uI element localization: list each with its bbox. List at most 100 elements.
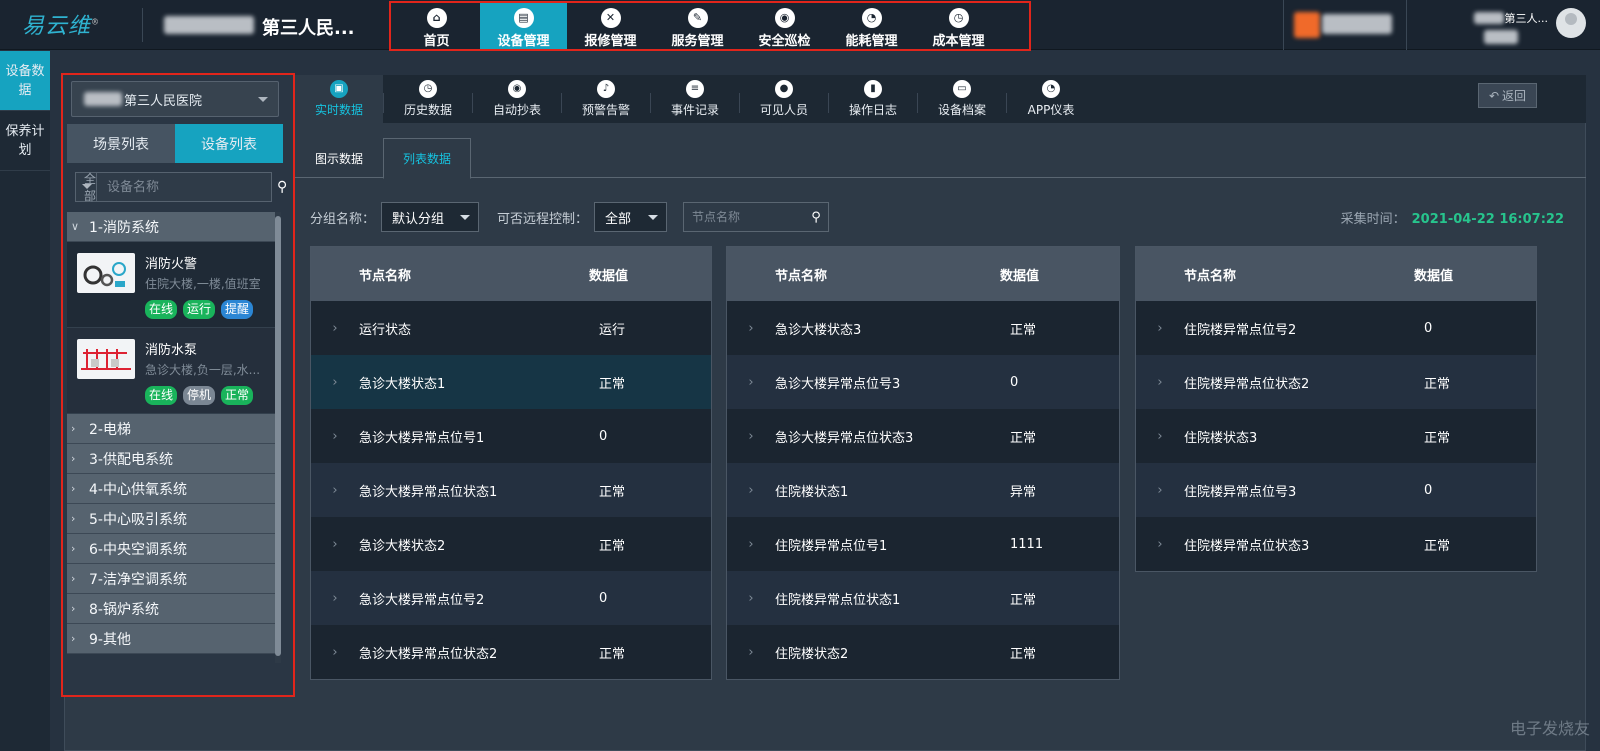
tab-list-data[interactable]: 列表数据 xyxy=(383,138,471,179)
app-logo[interactable]: 易云维® xyxy=(22,8,100,40)
device-location: 住院大楼,一楼,值班室 xyxy=(145,277,261,291)
scrollbar-thumb[interactable] xyxy=(275,216,281,656)
tab-history-data[interactable]: ◷ 历史数据 xyxy=(384,75,472,123)
category-item[interactable]: ∨ 1-消防系统 xyxy=(67,212,275,242)
table-row[interactable]: › 住院楼异常点位号1 1111 xyxy=(727,517,1119,571)
nav-item-repair[interactable]: ✕ 报修管理 xyxy=(567,3,654,49)
remote-control-select[interactable]: 全部 xyxy=(594,202,668,232)
chevron-right-icon: › xyxy=(1157,482,1163,498)
nav-item-energy[interactable]: ◔ 能耗管理 xyxy=(828,3,915,49)
table-row[interactable]: › 急诊大楼异常点位号3 0 xyxy=(727,355,1119,409)
chevron-right-icon: › xyxy=(748,590,754,606)
user-name[interactable]: 第三人... xyxy=(1505,10,1549,26)
category-item[interactable]: › 8-锅炉系统 xyxy=(67,594,275,624)
document-icon: ≡ xyxy=(686,80,704,98)
redacted-text xyxy=(1474,12,1504,24)
device-card[interactable]: 消防火警 住院大楼,一楼,值班室 在线 运行 提醒 xyxy=(67,242,275,328)
category-item[interactable]: › 7-洁净空调系统 xyxy=(67,564,275,594)
redacted-text xyxy=(1484,30,1518,44)
node-name-input[interactable] xyxy=(684,203,805,231)
chevron-right-icon: › xyxy=(71,572,76,585)
divider xyxy=(1406,0,1407,50)
table-row[interactable]: › 急诊大楼状态1 正常 xyxy=(311,355,711,409)
search-icon[interactable]: ⚲ xyxy=(277,179,287,195)
chevron-right-icon: › xyxy=(71,602,76,615)
search-icon[interactable]: ⚲ xyxy=(804,210,828,225)
redacted-icon xyxy=(1294,12,1320,38)
tools-icon: ✕ xyxy=(600,8,621,28)
image-icon: ▣ xyxy=(330,80,348,98)
rail-item-maintenance-plan[interactable]: 保养计划 xyxy=(0,111,50,171)
tab-device-list[interactable]: 设备列表 xyxy=(175,124,283,163)
device-icon: ▤ xyxy=(513,8,534,28)
device-sidebar: 第三人民医院 场景列表 设备列表 全部 ⚲ ∨1-消防系统 消防火警 住院大楼,… xyxy=(61,73,295,697)
chevron-right-icon: › xyxy=(332,644,338,660)
table-row[interactable]: › 急诊大楼异常点位号1 0 xyxy=(311,409,711,463)
chevron-right-icon: › xyxy=(1157,536,1163,552)
nav-item-service[interactable]: ✎ 服务管理 xyxy=(654,3,741,49)
tab-graphic-data[interactable]: 图示数据 xyxy=(295,138,383,178)
table-row[interactable]: › 住院楼状态3 正常 xyxy=(1136,409,1536,463)
table-row[interactable]: › 住院楼异常点位号2 0 xyxy=(1136,301,1536,355)
device-name-input[interactable] xyxy=(97,173,278,201)
table-row[interactable]: › 住院楼异常点位号3 0 xyxy=(1136,463,1536,517)
table-row[interactable]: › 急诊大楼状态2 正常 xyxy=(311,517,711,571)
tab-realtime-data[interactable]: ▣ 实时数据 xyxy=(295,75,383,123)
file-icon: ▮ xyxy=(864,80,882,98)
chevron-right-icon: › xyxy=(71,512,76,525)
category-list: ∨ 1-消防系统 消防火警 住院大楼,一楼,值班室 在线 运行 提醒 消防水泵 急… xyxy=(67,212,275,654)
remote-label: 可否远程控制： xyxy=(497,211,589,227)
back-button[interactable]: ↶ 返回 xyxy=(1478,83,1537,108)
category-item[interactable]: › 4-中心供氧系统 xyxy=(67,474,275,504)
tab-alarms[interactable]: ♪ 预警告警 xyxy=(562,75,650,123)
device-thumbnail xyxy=(77,339,135,379)
status-badge: 在线 xyxy=(145,300,178,319)
table-row[interactable]: › 运行状态 运行 xyxy=(311,301,711,355)
table-row[interactable]: › 急诊大楼异常点位状态1 正常 xyxy=(311,463,711,517)
tab-visible-users[interactable]: ● 可见人员 xyxy=(740,75,828,123)
data-table: 节点名称 数据值 › 运行状态 运行 › 急诊大楼状态1 正常 › 急诊大楼异常点位号1 0 … xyxy=(310,246,712,680)
tab-device-archive[interactable]: ▭ 设备档案 xyxy=(918,75,1006,123)
table-row[interactable]: › 住院楼异常点位状态3 正常 xyxy=(1136,517,1536,571)
chevron-right-icon: › xyxy=(71,632,76,645)
chevron-right-icon: › xyxy=(332,536,338,552)
chevron-right-icon: › xyxy=(332,374,338,390)
category-item[interactable]: › 6-中央空调系统 xyxy=(67,534,275,564)
category-item[interactable]: › 2-电梯 xyxy=(67,414,275,444)
avatar[interactable] xyxy=(1556,8,1586,38)
tab-app-dashboard[interactable]: ◔ APP仪表 xyxy=(1007,75,1095,123)
table-row[interactable]: › 急诊大楼异常点位号2 0 xyxy=(311,571,711,625)
table-row[interactable]: › 急诊大楼异常点位状态2 正常 xyxy=(311,625,711,679)
category-item[interactable]: › 5-中心吸引系统 xyxy=(67,504,275,534)
main-nav: ⌂ 首页 ▤ 设备管理 ✕ 报修管理 ✎ 服务管理 ◉ 安全巡检 ◔ 能耗管理 ◷ 成本管理 xyxy=(389,1,1031,51)
table-row[interactable]: › 住院楼异常点位状态1 正常 xyxy=(727,571,1119,625)
status-badge: 提醒 xyxy=(221,300,254,319)
nav-item-inspection[interactable]: ◉ 安全巡检 xyxy=(741,3,828,49)
group-select[interactable]: 默认分组 xyxy=(381,202,480,232)
device-card[interactable]: 消防水泵 急诊大楼,负一层,水... 在线 停机 正常 xyxy=(67,328,275,414)
table-row[interactable]: › 住院楼异常点位状态2 正常 xyxy=(1136,355,1536,409)
sidebar-scrollbar[interactable] xyxy=(275,212,281,663)
table-row[interactable]: › 住院楼状态1 异常 xyxy=(727,463,1119,517)
table-header: 节点名称 数据值 xyxy=(1136,247,1536,301)
status-filter-select[interactable]: 全部 xyxy=(76,172,98,203)
back-arrow-icon: ↶ xyxy=(1488,88,1500,103)
tab-operation-log[interactable]: ▮ 操作日志 xyxy=(829,75,917,123)
table-row[interactable]: › 急诊大楼状态3 正常 xyxy=(727,301,1119,355)
nav-item-device[interactable]: ▤ 设备管理 xyxy=(480,3,567,49)
chevron-right-icon: › xyxy=(71,482,76,495)
tab-event-log[interactable]: ≡ 事件记录 xyxy=(651,75,739,123)
category-item[interactable]: › 3-供配电系统 xyxy=(67,444,275,474)
group-label: 分组名称： xyxy=(310,211,376,227)
nav-item-home[interactable]: ⌂ 首页 xyxy=(393,3,480,49)
table-row[interactable]: › 急诊大楼异常点位状态3 正常 xyxy=(727,409,1119,463)
tab-scene-list[interactable]: 场景列表 xyxy=(67,124,175,163)
table-row[interactable]: › 住院楼状态2 正常 xyxy=(727,625,1119,679)
chevron-right-icon: › xyxy=(332,320,338,336)
category-item[interactable]: › 9-其他 xyxy=(67,624,275,654)
tab-auto-reading[interactable]: ◉ 自动抄表 xyxy=(473,75,561,123)
hospital-select[interactable]: 第三人民医院 xyxy=(71,81,279,117)
nav-item-cost[interactable]: ◷ 成本管理 xyxy=(915,3,1002,49)
sub-nav: ▣ 实时数据 ◷ 历史数据 ◉ 自动抄表 ♪ 预警告警 ≡ 事件记录 ● 可见人员 ▮ 操作日… xyxy=(295,75,1586,123)
rail-item-device-data[interactable]: 设备数据 xyxy=(0,51,50,111)
